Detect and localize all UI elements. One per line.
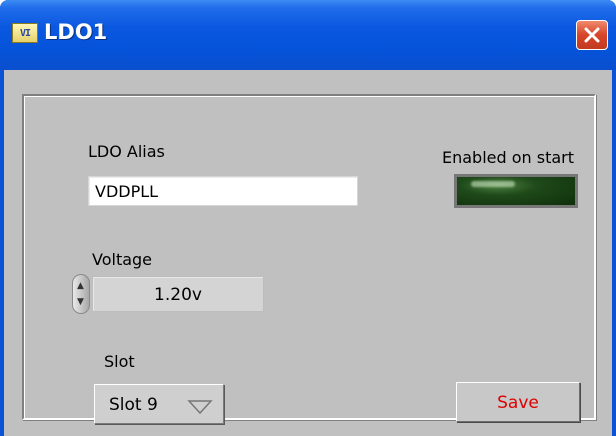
chevron-down-icon [187,400,213,415]
enabled-on-start-label: Enabled on start [442,148,575,167]
settings-panel: LDO Alias VDDPLL Enabled on start Voltag… [22,94,596,424]
dialog-window: VI LDO1 LDO Alias VDDPLL Enabled on star… [0,0,616,436]
window-title: LDO1 [44,20,108,44]
title-bar[interactable]: VI LDO1 [0,0,616,70]
voltage-display[interactable]: 1.20v [92,276,264,312]
labview-vi-icon: VI [12,23,38,43]
save-button[interactable]: Save [456,382,580,422]
close-button[interactable] [576,20,608,50]
slot-dropdown-value: Slot 9 [109,395,158,415]
client-area: LDO Alias VDDPLL Enabled on start Voltag… [4,70,612,436]
slot-dropdown[interactable]: Slot 9 [94,384,224,424]
enabled-on-start-led[interactable] [454,174,578,208]
decrement-arrow-icon[interactable]: ▼ [77,298,84,307]
voltage-label: Voltage [92,250,153,269]
slot-label: Slot [104,352,135,371]
led-indicator-icon [457,177,575,205]
close-icon [584,27,600,43]
voltage-spinner[interactable]: ▲ ▼ [72,274,90,314]
increment-arrow-icon[interactable]: ▲ [77,282,84,291]
ldo-alias-input[interactable]: VDDPLL [88,176,358,206]
ldo-alias-label: LDO Alias [88,142,165,161]
